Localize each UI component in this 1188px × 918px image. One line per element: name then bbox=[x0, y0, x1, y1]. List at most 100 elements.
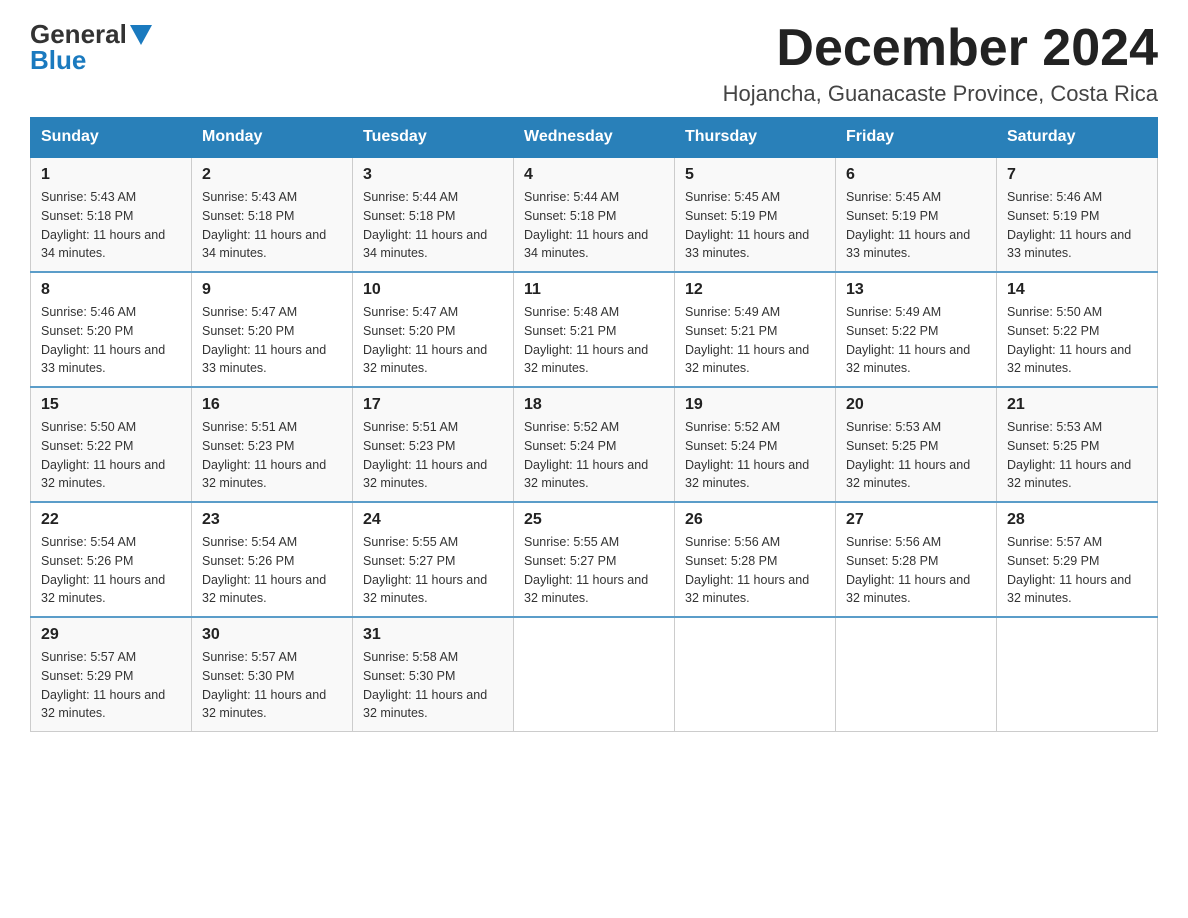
daylight-text: Daylight: 11 hours and 34 minutes. bbox=[41, 228, 165, 261]
logo: General Blue bbox=[30, 20, 152, 76]
daylight-text: Daylight: 11 hours and 32 minutes. bbox=[41, 573, 165, 606]
daylight-text: Daylight: 11 hours and 32 minutes. bbox=[363, 343, 487, 376]
day-number: 5 bbox=[685, 166, 825, 184]
sunset-text: Sunset: 5:22 PM bbox=[41, 439, 133, 453]
day-number: 27 bbox=[846, 511, 986, 529]
daylight-text: Daylight: 11 hours and 32 minutes. bbox=[1007, 573, 1131, 606]
daylight-text: Daylight: 11 hours and 32 minutes. bbox=[524, 343, 648, 376]
day-number: 22 bbox=[41, 511, 181, 529]
sunset-text: Sunset: 5:21 PM bbox=[685, 324, 777, 338]
weekday-header-friday: Friday bbox=[836, 118, 997, 158]
calendar-cell: 25 Sunrise: 5:55 AM Sunset: 5:27 PM Dayl… bbox=[514, 502, 675, 617]
sunset-text: Sunset: 5:27 PM bbox=[363, 554, 455, 568]
day-info: Sunrise: 5:44 AM Sunset: 5:18 PM Dayligh… bbox=[363, 188, 503, 263]
calendar-cell: 14 Sunrise: 5:50 AM Sunset: 5:22 PM Dayl… bbox=[997, 272, 1158, 387]
day-info: Sunrise: 5:51 AM Sunset: 5:23 PM Dayligh… bbox=[202, 418, 342, 493]
sunset-text: Sunset: 5:29 PM bbox=[41, 669, 133, 683]
subtitle: Hojancha, Guanacaste Province, Costa Ric… bbox=[723, 81, 1158, 107]
daylight-text: Daylight: 11 hours and 33 minutes. bbox=[846, 228, 970, 261]
daylight-text: Daylight: 11 hours and 32 minutes. bbox=[202, 688, 326, 721]
sunset-text: Sunset: 5:26 PM bbox=[202, 554, 294, 568]
sunset-text: Sunset: 5:25 PM bbox=[1007, 439, 1099, 453]
day-number: 30 bbox=[202, 626, 342, 644]
sunset-text: Sunset: 5:28 PM bbox=[685, 554, 777, 568]
daylight-text: Daylight: 11 hours and 33 minutes. bbox=[41, 343, 165, 376]
daylight-text: Daylight: 11 hours and 32 minutes. bbox=[1007, 343, 1131, 376]
sunrise-text: Sunrise: 5:52 AM bbox=[524, 420, 619, 434]
calendar-cell: 22 Sunrise: 5:54 AM Sunset: 5:26 PM Dayl… bbox=[31, 502, 192, 617]
daylight-text: Daylight: 11 hours and 32 minutes. bbox=[685, 343, 809, 376]
day-info: Sunrise: 5:46 AM Sunset: 5:20 PM Dayligh… bbox=[41, 303, 181, 378]
calendar-cell: 2 Sunrise: 5:43 AM Sunset: 5:18 PM Dayli… bbox=[192, 157, 353, 272]
calendar-cell: 29 Sunrise: 5:57 AM Sunset: 5:29 PM Dayl… bbox=[31, 617, 192, 732]
sunrise-text: Sunrise: 5:56 AM bbox=[846, 535, 941, 549]
day-number: 15 bbox=[41, 396, 181, 414]
calendar-cell: 24 Sunrise: 5:55 AM Sunset: 5:27 PM Dayl… bbox=[353, 502, 514, 617]
sunrise-text: Sunrise: 5:47 AM bbox=[363, 305, 458, 319]
logo-arrow-icon bbox=[130, 25, 152, 45]
day-number: 3 bbox=[363, 166, 503, 184]
sunrise-text: Sunrise: 5:45 AM bbox=[846, 190, 941, 204]
day-info: Sunrise: 5:56 AM Sunset: 5:28 PM Dayligh… bbox=[685, 533, 825, 608]
main-title: December 2024 bbox=[723, 20, 1158, 77]
weekday-header-tuesday: Tuesday bbox=[353, 118, 514, 158]
weekday-header-sunday: Sunday bbox=[31, 118, 192, 158]
day-info: Sunrise: 5:58 AM Sunset: 5:30 PM Dayligh… bbox=[363, 648, 503, 723]
daylight-text: Daylight: 11 hours and 34 minutes. bbox=[202, 228, 326, 261]
calendar-cell: 1 Sunrise: 5:43 AM Sunset: 5:18 PM Dayli… bbox=[31, 157, 192, 272]
day-number: 28 bbox=[1007, 511, 1147, 529]
sunrise-text: Sunrise: 5:55 AM bbox=[363, 535, 458, 549]
daylight-text: Daylight: 11 hours and 34 minutes. bbox=[363, 228, 487, 261]
sunrise-text: Sunrise: 5:50 AM bbox=[41, 420, 136, 434]
day-number: 6 bbox=[846, 166, 986, 184]
day-number: 13 bbox=[846, 281, 986, 299]
calendar-week-row: 8 Sunrise: 5:46 AM Sunset: 5:20 PM Dayli… bbox=[31, 272, 1158, 387]
calendar-cell: 30 Sunrise: 5:57 AM Sunset: 5:30 PM Dayl… bbox=[192, 617, 353, 732]
sunset-text: Sunset: 5:18 PM bbox=[363, 209, 455, 223]
calendar-cell: 9 Sunrise: 5:47 AM Sunset: 5:20 PM Dayli… bbox=[192, 272, 353, 387]
title-block: December 2024 Hojancha, Guanacaste Provi… bbox=[723, 20, 1158, 107]
sunrise-text: Sunrise: 5:57 AM bbox=[202, 650, 297, 664]
sunrise-text: Sunrise: 5:43 AM bbox=[202, 190, 297, 204]
day-info: Sunrise: 5:49 AM Sunset: 5:21 PM Dayligh… bbox=[685, 303, 825, 378]
sunrise-text: Sunrise: 5:51 AM bbox=[202, 420, 297, 434]
daylight-text: Daylight: 11 hours and 33 minutes. bbox=[1007, 228, 1131, 261]
sunset-text: Sunset: 5:24 PM bbox=[685, 439, 777, 453]
day-info: Sunrise: 5:50 AM Sunset: 5:22 PM Dayligh… bbox=[41, 418, 181, 493]
calendar-cell: 23 Sunrise: 5:54 AM Sunset: 5:26 PM Dayl… bbox=[192, 502, 353, 617]
sunset-text: Sunset: 5:24 PM bbox=[524, 439, 616, 453]
sunset-text: Sunset: 5:23 PM bbox=[202, 439, 294, 453]
day-info: Sunrise: 5:52 AM Sunset: 5:24 PM Dayligh… bbox=[524, 418, 664, 493]
sunset-text: Sunset: 5:21 PM bbox=[524, 324, 616, 338]
weekday-header-thursday: Thursday bbox=[675, 118, 836, 158]
day-number: 12 bbox=[685, 281, 825, 299]
daylight-text: Daylight: 11 hours and 32 minutes. bbox=[1007, 458, 1131, 491]
day-info: Sunrise: 5:44 AM Sunset: 5:18 PM Dayligh… bbox=[524, 188, 664, 263]
day-info: Sunrise: 5:48 AM Sunset: 5:21 PM Dayligh… bbox=[524, 303, 664, 378]
calendar-cell: 6 Sunrise: 5:45 AM Sunset: 5:19 PM Dayli… bbox=[836, 157, 997, 272]
day-info: Sunrise: 5:53 AM Sunset: 5:25 PM Dayligh… bbox=[1007, 418, 1147, 493]
calendar-cell: 3 Sunrise: 5:44 AM Sunset: 5:18 PM Dayli… bbox=[353, 157, 514, 272]
calendar-cell: 12 Sunrise: 5:49 AM Sunset: 5:21 PM Dayl… bbox=[675, 272, 836, 387]
sunrise-text: Sunrise: 5:44 AM bbox=[524, 190, 619, 204]
sunset-text: Sunset: 5:23 PM bbox=[363, 439, 455, 453]
sunset-text: Sunset: 5:25 PM bbox=[846, 439, 938, 453]
sunset-text: Sunset: 5:18 PM bbox=[524, 209, 616, 223]
sunset-text: Sunset: 5:22 PM bbox=[1007, 324, 1099, 338]
day-info: Sunrise: 5:49 AM Sunset: 5:22 PM Dayligh… bbox=[846, 303, 986, 378]
calendar-cell: 18 Sunrise: 5:52 AM Sunset: 5:24 PM Dayl… bbox=[514, 387, 675, 502]
sunrise-text: Sunrise: 5:57 AM bbox=[1007, 535, 1102, 549]
sunset-text: Sunset: 5:20 PM bbox=[363, 324, 455, 338]
sunrise-text: Sunrise: 5:51 AM bbox=[363, 420, 458, 434]
day-info: Sunrise: 5:51 AM Sunset: 5:23 PM Dayligh… bbox=[363, 418, 503, 493]
day-number: 19 bbox=[685, 396, 825, 414]
day-number: 7 bbox=[1007, 166, 1147, 184]
calendar-header-row: SundayMondayTuesdayWednesdayThursdayFrid… bbox=[31, 118, 1158, 158]
calendar-cell: 19 Sunrise: 5:52 AM Sunset: 5:24 PM Dayl… bbox=[675, 387, 836, 502]
daylight-text: Daylight: 11 hours and 32 minutes. bbox=[363, 573, 487, 606]
day-info: Sunrise: 5:50 AM Sunset: 5:22 PM Dayligh… bbox=[1007, 303, 1147, 378]
sunset-text: Sunset: 5:18 PM bbox=[202, 209, 294, 223]
day-number: 16 bbox=[202, 396, 342, 414]
calendar-cell: 20 Sunrise: 5:53 AM Sunset: 5:25 PM Dayl… bbox=[836, 387, 997, 502]
sunrise-text: Sunrise: 5:56 AM bbox=[685, 535, 780, 549]
